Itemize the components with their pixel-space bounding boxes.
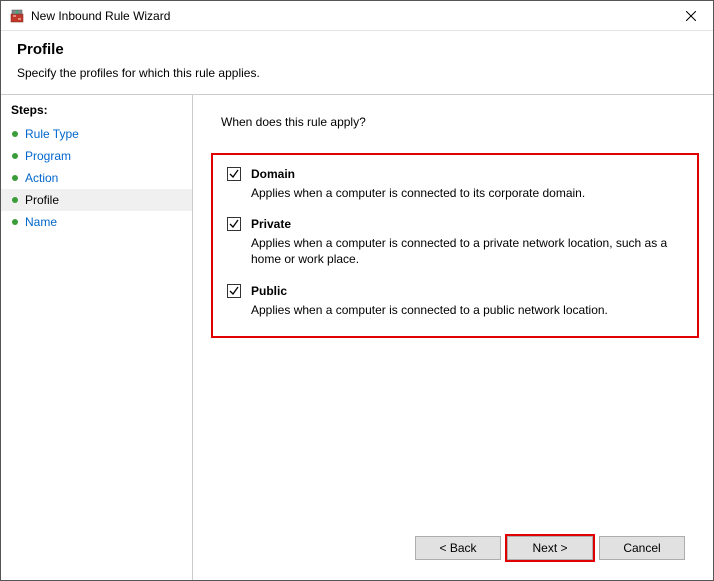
app-icon [9,8,25,24]
wizard-window: New Inbound Rule Wizard Profile Specify … [0,0,714,581]
window-title: New Inbound Rule Wizard [31,9,668,23]
bullet-icon [11,130,19,138]
prompt-text: When does this rule apply? [221,115,685,129]
checkbox-domain[interactable] [227,167,241,181]
titlebar: New Inbound Rule Wizard [1,1,713,31]
back-button[interactable]: < Back [415,536,501,560]
cancel-button[interactable]: Cancel [599,536,685,560]
step-label: Profile [25,193,59,207]
step-action[interactable]: Action [1,167,192,189]
option-description: Applies when a computer is connected to … [251,185,683,201]
option-domain: Domain Applies when a computer is connec… [227,167,683,201]
checkbox-public[interactable] [227,284,241,298]
page-subtitle: Specify the profiles for which this rule… [17,66,697,80]
next-button[interactable]: Next > [507,536,593,560]
main-panel: When does this rule apply? Domain Applie… [193,94,713,580]
steps-header: Steps: [1,99,192,123]
bullet-icon [11,218,19,226]
page-title: Profile [17,41,697,58]
checkbox-private[interactable] [227,217,241,231]
option-public: Public Applies when a computer is connec… [227,284,683,318]
step-label: Name [25,215,57,229]
option-label: Public [251,284,287,298]
bullet-icon [11,174,19,182]
bullet-icon [11,196,19,204]
step-label: Rule Type [25,127,79,141]
step-program[interactable]: Program [1,145,192,167]
step-rule-type[interactable]: Rule Type [1,123,192,145]
step-name[interactable]: Name [1,211,192,233]
body: Steps: Rule Type Program Action [1,94,713,580]
option-description: Applies when a computer is connected to … [251,235,683,267]
option-label: Domain [251,167,295,181]
step-label: Action [25,171,58,185]
steps-sidebar: Steps: Rule Type Program Action [1,94,193,580]
header: Profile Specify the profiles for which t… [1,31,713,94]
step-profile[interactable]: Profile [1,189,192,211]
option-description: Applies when a computer is connected to … [251,302,683,318]
option-private: Private Applies when a computer is conne… [227,217,683,267]
button-bar: < Back Next > Cancel [221,526,685,568]
options-highlight: Domain Applies when a computer is connec… [211,153,699,338]
step-label: Program [25,149,71,163]
option-label: Private [251,217,291,231]
close-button[interactable] [668,1,713,30]
bullet-icon [11,152,19,160]
